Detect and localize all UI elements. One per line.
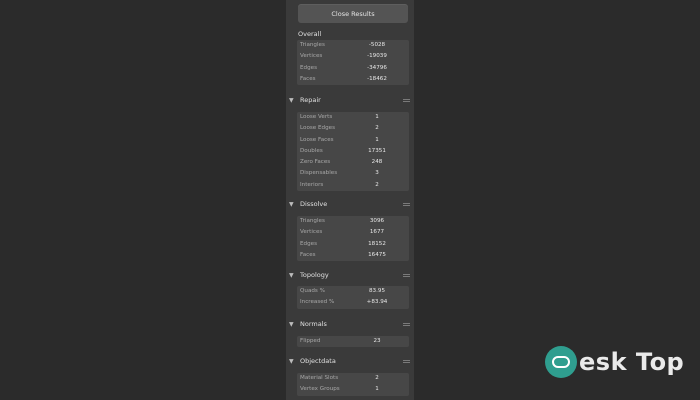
results-panel: Close Results Overall Triangles -5028 Ver… — [286, 0, 414, 400]
chevron-down-icon[interactable]: ▼ — [289, 272, 298, 279]
section-dissolve-header[interactable]: ▼ Dissolve — [289, 199, 327, 209]
table-row: Dispensables 3 — [297, 168, 409, 179]
row-value: 1 — [375, 114, 379, 120]
drag-handle-icon[interactable] — [403, 95, 410, 105]
row-label: Increased % — [300, 299, 335, 306]
table-row: Increased % +83.94 — [297, 297, 409, 308]
section-repair-header[interactable]: ▼ Repair — [289, 95, 321, 105]
drag-handle-icon[interactable] — [403, 356, 410, 366]
chevron-down-icon[interactable]: ▼ — [289, 201, 298, 208]
section-title: Repair — [300, 96, 321, 104]
row-label: Flipped — [300, 338, 321, 344]
row-value: 3096 — [369, 218, 385, 224]
table-row: Edges 18152 — [297, 239, 409, 250]
drag-handle-icon[interactable] — [403, 319, 410, 329]
section-normals-header[interactable]: ▼ Normals — [289, 319, 327, 329]
row-value: -18462 — [367, 75, 387, 82]
row-value: 16475 — [368, 251, 386, 258]
row-value: 2 — [375, 375, 379, 381]
table-row: Loose Verts 1 — [297, 112, 409, 123]
row-value: 248 — [371, 159, 383, 166]
row-value: 1677 — [369, 229, 385, 236]
table-row: Faces -18462 — [297, 74, 409, 85]
section-title: Dissolve — [300, 200, 328, 208]
table-row: Doubles 17351 — [297, 146, 409, 157]
topology-box: Quads % 83.95 Increased % +83.94 — [297, 286, 409, 309]
chevron-down-icon[interactable]: ▼ — [289, 358, 298, 365]
watermark: esk Top — [545, 344, 684, 380]
row-label: Doubles — [300, 147, 323, 154]
row-label: Zero Faces — [300, 159, 331, 166]
section-title: Normals — [300, 320, 327, 328]
table-row: Vertices 1677 — [297, 227, 409, 238]
row-label: Faces — [300, 251, 316, 258]
table-row: Vertex Groups 1 — [297, 384, 409, 395]
close-results-button[interactable]: Close Results — [298, 4, 408, 23]
row-value: 83.95 — [368, 288, 386, 294]
dissolve-box: Triangles 3096 Vertices 1677 Edges 18152 Fa… — [297, 216, 409, 262]
row-value: 3 — [375, 170, 379, 177]
row-value: 2 — [375, 125, 379, 132]
row-label: Vertices — [300, 229, 323, 236]
table-row: Material Slots 2 — [297, 373, 409, 384]
row-label: Loose Verts — [300, 114, 333, 120]
table-row: Quads % 83.95 — [297, 286, 409, 297]
table-row: Triangles -5028 — [297, 40, 409, 51]
row-label: Dispensables — [300, 170, 338, 177]
table-row: Vertices -19039 — [297, 51, 409, 62]
row-label: Edges — [300, 64, 317, 71]
section-objectdata-header[interactable]: ▼ Objectdata — [289, 356, 336, 366]
section-overall-header: Overall — [289, 29, 321, 39]
objectdata-box: Material Slots 2 Vertex Groups 1 — [297, 373, 409, 396]
desktop-logo-icon — [545, 346, 577, 378]
table-row: Zero Faces 248 — [297, 157, 409, 168]
row-value: +83.94 — [366, 299, 388, 306]
row-label: Loose Edges — [300, 125, 335, 132]
table-row: Triangles 3096 — [297, 216, 409, 227]
row-label: Quads % — [300, 288, 325, 294]
section-title: Overall — [298, 30, 322, 38]
drag-handle-icon[interactable] — [403, 270, 410, 280]
row-label: Edges — [300, 240, 317, 247]
row-label: Triangles — [300, 218, 325, 224]
chevron-down-icon[interactable]: ▼ — [289, 321, 298, 328]
row-value: 1 — [375, 136, 379, 143]
row-label: Material Slots — [300, 375, 339, 381]
normals-box: Flipped 23 — [297, 336, 409, 348]
row-value: 2 — [375, 181, 379, 188]
row-value: 18152 — [368, 240, 386, 247]
table-row: Faces 16475 — [297, 250, 409, 261]
table-row: Edges -34796 — [297, 63, 409, 74]
row-value: 23 — [373, 338, 381, 344]
row-value: 17351 — [368, 147, 386, 154]
row-label: Faces — [300, 75, 316, 82]
row-label: Vertex Groups — [300, 386, 340, 393]
row-value: -5028 — [368, 42, 386, 48]
watermark-text: esk Top — [579, 348, 685, 376]
row-value: -19039 — [367, 53, 387, 60]
section-title: Topology — [300, 271, 329, 279]
row-value: -34796 — [367, 64, 387, 71]
row-label: Interiors — [300, 181, 324, 188]
repair-box: Loose Verts 1 Loose Edges 2 Loose Faces 1 D… — [297, 112, 409, 192]
row-label: Loose Faces — [300, 136, 334, 143]
table-row: Flipped 23 — [297, 336, 409, 347]
overall-box: Triangles -5028 Vertices -19039 Edges -3479… — [297, 40, 409, 86]
section-topology-header[interactable]: ▼ Topology — [289, 270, 329, 280]
row-label: Vertices — [300, 53, 323, 60]
row-value: 1 — [375, 386, 379, 393]
drag-handle-icon[interactable] — [403, 199, 410, 209]
section-title: Objectdata — [300, 357, 336, 365]
chevron-down-icon[interactable]: ▼ — [289, 97, 298, 104]
table-row: Loose Faces 1 — [297, 135, 409, 146]
table-row: Interiors 2 — [297, 180, 409, 191]
row-label: Triangles — [300, 42, 325, 48]
table-row: Loose Edges 2 — [297, 123, 409, 134]
